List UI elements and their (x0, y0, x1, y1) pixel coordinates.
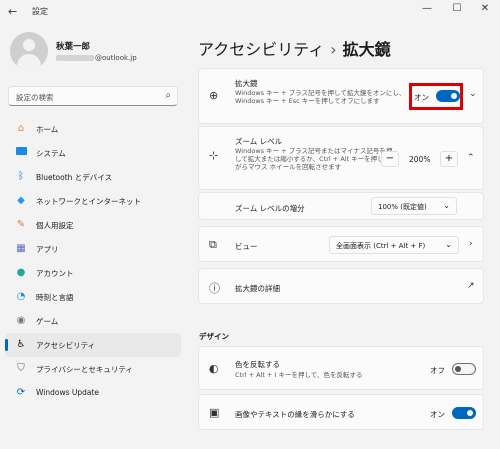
apps-icon: ▦ (16, 243, 26, 254)
zoom-increment-label: ズーム レベルの増分 (235, 204, 305, 213)
invert-title: 色を反転する (235, 360, 280, 369)
zoom-increment-value: 100% (既定値) (378, 203, 427, 211)
chevron-down-icon: ⌄ (443, 201, 450, 210)
smooth-title: 画像やテキストの縁を滑らかにする (235, 410, 355, 419)
sidebar-item-label: システム (36, 149, 66, 158)
sidebar-item-home[interactable]: ⌂ ホーム (5, 117, 181, 141)
highlight-box (409, 83, 463, 110)
breadcrumb-current: 拡大鏡 (342, 40, 391, 59)
privacy-icon: ⛉ (17, 363, 25, 374)
magnifier-description: Windows キー + プラス記号を押して拡大鏡をオンにし、Windows キ… (235, 89, 406, 105)
zoom-increment-row: ズーム レベルの増分 100% (既定値) ⌄ (198, 192, 484, 220)
sidebar-item-bluetooth[interactable]: ᛒ Bluetooth とデバイス (5, 165, 181, 189)
zoom-title: ズーム レベル (235, 137, 283, 146)
sidebar-item-windows-update[interactable]: ⟳ Windows Update (5, 381, 181, 405)
bluetooth-icon: ᛒ (18, 171, 24, 182)
sidebar-item-accessibility[interactable]: ♿ アクセシビリティ (5, 333, 181, 357)
sidebar-item-privacy[interactable]: ⛉ プライバシーとセキュリティ (5, 357, 181, 381)
search-icon: ⌕ (165, 90, 171, 101)
image-icon: ▣ (209, 406, 220, 419)
sidebar-item-label: Bluetooth とデバイス (36, 173, 113, 182)
view-card[interactable]: ⧉ ビュー 全画面表示 (Ctrl + Alt + F) ⌄ › (198, 226, 484, 262)
zoom-plus-button[interactable]: + (440, 151, 458, 167)
zoom-increment-dropdown[interactable]: 100% (既定値) ⌄ (371, 197, 457, 215)
sidebar-item-apps[interactable]: ▦ アプリ (5, 237, 181, 261)
user-profile[interactable]: 秋葉一郎 @outlook.jp (10, 32, 180, 72)
smooth-edges-card: ▣ 画像やテキストの縁を滑らかにする オン (198, 394, 484, 430)
minimize-button[interactable]: — (416, 3, 438, 14)
zoom-level-card: ⊹ ズーム レベル Windows キー + プラス記号またはマイナス記号を押し… (198, 126, 484, 190)
network-icon: ◆ (17, 195, 25, 206)
sidebar-item-label: アクセシビリティ (36, 341, 96, 350)
zoom-minus-button[interactable]: − (381, 151, 399, 167)
sidebar-item-gaming[interactable]: ◉ ゲーム (5, 309, 181, 333)
accessibility-icon: ♿ (16, 339, 26, 350)
search-input[interactable]: 設定の検索 (16, 92, 54, 103)
magnifier-icon: ⊕ (209, 89, 219, 102)
chevron-down-icon: ⌄ (445, 240, 452, 249)
system-icon (15, 147, 27, 159)
smooth-toggle-label: オン (430, 410, 445, 419)
sidebar-item-accounts[interactable]: ● アカウント (5, 261, 181, 285)
invert-colors-icon: ◐ (209, 362, 219, 375)
email-redaction (56, 55, 94, 61)
zoom-description: Windows キー + プラス記号またはマイナス記号を押して拡大または縮小する… (235, 147, 393, 171)
close-button[interactable]: ✕ (474, 3, 496, 14)
sidebar-item-label: プライバシーとセキュリティ (36, 365, 133, 374)
breadcrumb-parent[interactable]: アクセシビリティ (198, 40, 324, 59)
search-box[interactable]: 設定の検索 ⌕ (8, 86, 178, 106)
design-section-label: デザイン (199, 332, 229, 341)
sidebar-item-personalization[interactable]: ✎ 個人用設定 (5, 213, 181, 237)
page-title: アクセシビリティ › 拡大鏡 (198, 36, 391, 60)
chevron-down-icon[interactable]: ⌄ (469, 89, 477, 99)
sidebar-item-time-language[interactable]: ◔ 時刻と言語 (5, 285, 181, 309)
user-name: 秋葉一郎 (56, 42, 91, 52)
windows-update-icon: ⟳ (16, 387, 26, 398)
breadcrumb-separator: › (330, 40, 337, 59)
title-bar: ← 設定 — ☐ ✕ (0, 0, 500, 22)
sidebar-item-system[interactable]: システム (5, 141, 181, 165)
gaming-icon: ◉ (16, 315, 26, 326)
accounts-icon: ● (16, 267, 26, 278)
sidebar-nav: ⌂ ホーム システム ᛒ Bluetooth とデバイス ◆ ネットワークとイン… (5, 117, 181, 405)
zoom-icon: ⊹ (209, 149, 219, 162)
view-value: 全画面表示 (Ctrl + Alt + F) (336, 242, 426, 250)
external-link-icon[interactable]: ↗ (467, 281, 475, 291)
chevron-right-icon[interactable]: › (469, 239, 473, 249)
sidebar-item-network[interactable]: ◆ ネットワークとインターネット (5, 189, 181, 213)
invert-colors-card: ◐ 色を反転する Ctrl + Alt + I キーを押して、色を反転する オフ (198, 346, 484, 390)
invert-toggle[interactable] (452, 363, 476, 375)
invert-description: Ctrl + Alt + I キーを押して、色を反転する (235, 371, 363, 379)
help-icon: ⓘ (209, 282, 220, 295)
home-icon: ⌂ (17, 123, 25, 134)
view-dropdown[interactable]: 全画面表示 (Ctrl + Alt + F) ⌄ (329, 236, 459, 254)
view-title: ビュー (235, 242, 258, 251)
details-title: 拡大鏡の詳細 (235, 284, 280, 293)
sidebar-item-label: ネットワークとインターネット (36, 197, 141, 206)
sidebar-item-label: アプリ (36, 245, 59, 254)
zoom-value: 200% (409, 155, 431, 164)
magnifier-details-card[interactable]: ⓘ 拡大鏡の詳細 ↗ (198, 268, 484, 304)
invert-toggle-label: オフ (430, 366, 445, 375)
back-arrow-icon[interactable]: ← (8, 5, 17, 18)
chevron-up-icon[interactable]: ⌃ (467, 153, 475, 163)
magnifier-title: 拡大鏡 (235, 79, 258, 88)
time-language-icon: ◔ (16, 291, 26, 302)
view-icon: ⧉ (209, 238, 217, 251)
sidebar-item-label: アカウント (36, 269, 74, 278)
sidebar-item-label: 個人用設定 (36, 221, 74, 230)
smooth-toggle[interactable] (452, 407, 476, 419)
window-title: 設定 (32, 7, 48, 16)
sidebar-item-label: ゲーム (36, 317, 59, 326)
user-email: @outlook.jp (56, 54, 137, 62)
avatar (10, 32, 48, 70)
sidebar-item-label: Windows Update (36, 388, 100, 397)
personalization-icon: ✎ (16, 219, 26, 230)
maximize-button[interactable]: ☐ (446, 3, 468, 14)
sidebar-item-label: 時刻と言語 (36, 293, 74, 302)
active-indicator (5, 339, 8, 351)
sidebar-item-label: ホーム (36, 125, 59, 134)
